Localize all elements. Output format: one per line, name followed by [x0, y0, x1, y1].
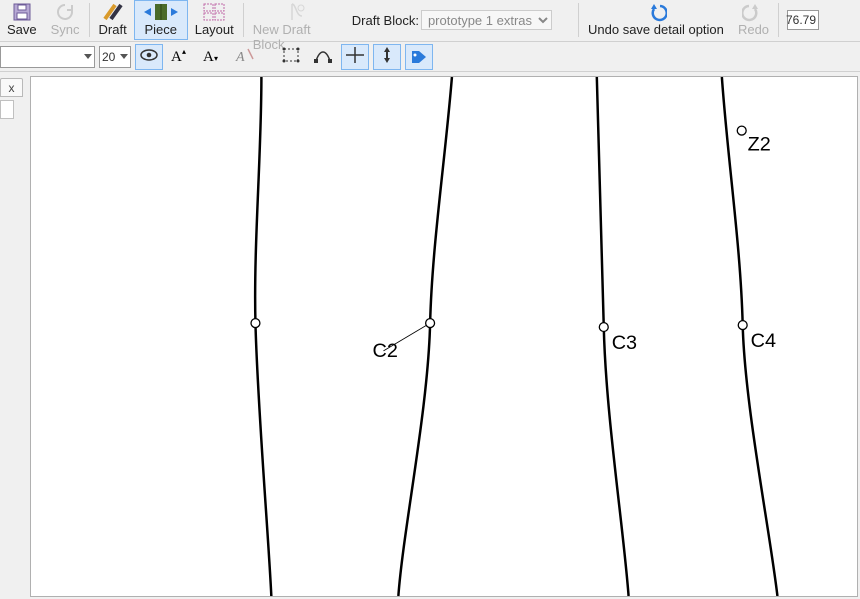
boundingbox-icon — [282, 47, 300, 66]
save-icon — [12, 2, 32, 22]
point-label-c4: C4 — [751, 330, 776, 352]
redo-icon — [742, 2, 764, 22]
tool-boundingbox-button[interactable] — [277, 44, 305, 70]
draft-icon — [102, 2, 124, 22]
sync-button[interactable]: Sync — [44, 0, 87, 40]
toggle-visibility-button[interactable] — [135, 44, 163, 70]
save-label: Save — [7, 22, 37, 37]
font-increase-icon: A▴ — [171, 47, 191, 66]
piece-icon — [141, 2, 181, 22]
separator — [578, 3, 579, 37]
layout-icon — [203, 2, 225, 22]
increase-font-button[interactable]: A▴ — [167, 44, 195, 70]
draft-block-selector: Draft Block: prototype 1 extras — [352, 10, 552, 30]
svg-text:▴: ▴ — [182, 47, 186, 56]
draft-block-select[interactable]: prototype 1 extras — [421, 10, 552, 30]
separator — [778, 3, 779, 37]
panel-stub[interactable] — [0, 100, 14, 119]
new-draft-block-icon — [286, 2, 306, 22]
pattern-canvas-svg[interactable]: Z2 C2 C3 C4 — [31, 77, 857, 596]
redo-button[interactable]: Redo — [731, 0, 776, 40]
pattern-curves — [255, 77, 777, 596]
vertical-tabbar: x — [0, 78, 25, 97]
label-font-combo[interactable] — [0, 46, 95, 68]
canvas[interactable]: Z2 C2 C3 C4 — [30, 76, 858, 597]
save-button[interactable]: Save — [0, 0, 44, 40]
main-toolbar: Save Sync Draft Piece Layout — [0, 0, 860, 42]
layout-button[interactable]: Layout — [188, 0, 241, 40]
undo-label: Undo save detail option — [588, 22, 724, 37]
layout-label: Layout — [195, 22, 234, 37]
undo-icon — [645, 2, 667, 22]
label-toggle-icon: A — [235, 47, 255, 66]
secondary-toolbar: 20 A▴ A▾ A — [0, 42, 860, 72]
piece-label: Piece — [144, 22, 177, 37]
svg-text:▾: ▾ — [214, 54, 218, 63]
tag-icon — [410, 47, 428, 66]
svg-text:A: A — [235, 50, 245, 63]
svg-text:A: A — [203, 49, 214, 63]
crosshair-icon — [346, 47, 364, 66]
eye-icon — [139, 47, 159, 66]
separator — [89, 3, 90, 37]
point-label-z2: Z2 — [748, 133, 771, 155]
redo-label: Redo — [738, 22, 769, 37]
draft-button[interactable]: Draft — [92, 0, 134, 40]
curve-icon — [314, 47, 332, 66]
font-decrease-icon: A▾ — [203, 47, 223, 66]
tool-curve-button[interactable] — [309, 44, 337, 70]
draft-block-label: Draft Block: — [352, 13, 419, 28]
point-label-c2: C2 — [373, 340, 398, 362]
dimension-icon — [378, 47, 396, 66]
label-size-combo[interactable]: 20 — [99, 46, 131, 68]
separator — [243, 3, 244, 37]
label-size-value: 20 — [102, 50, 115, 64]
draft-label: Draft — [99, 22, 127, 37]
close-icon: x — [9, 81, 15, 95]
svg-text:A: A — [171, 49, 182, 63]
tab-close-button[interactable]: x — [0, 78, 23, 97]
numeric-readout[interactable]: 76.79 — [787, 10, 819, 30]
tool-crosshair-button[interactable] — [341, 44, 369, 70]
point-label-c3: C3 — [612, 332, 637, 354]
toggle-labels-button[interactable]: A — [231, 44, 259, 70]
sync-label: Sync — [51, 22, 80, 37]
new-draft-block-button[interactable]: New Draft Block — [246, 0, 346, 40]
sync-icon — [55, 2, 75, 22]
tool-tag-button[interactable] — [405, 44, 433, 70]
undo-button[interactable]: Undo save detail option — [581, 0, 731, 40]
document-area: x Z2 C2 C3 C4 — [0, 72, 860, 599]
decrease-font-button[interactable]: A▾ — [199, 44, 227, 70]
tool-dimension-button[interactable] — [373, 44, 401, 70]
pattern-points: Z2 C2 C3 C4 — [251, 126, 776, 362]
piece-button[interactable]: Piece — [134, 0, 188, 40]
